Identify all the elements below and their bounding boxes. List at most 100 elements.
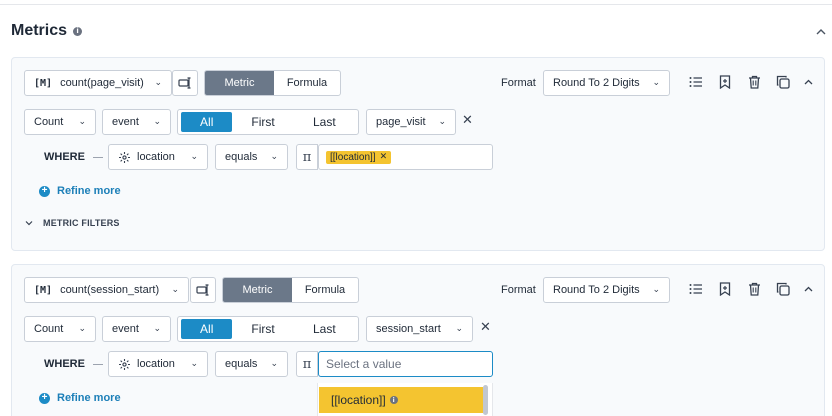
chevron-down-icon: ⌄ (438, 117, 446, 127)
pi-icon[interactable]: π (296, 144, 318, 170)
where-connector (93, 157, 103, 158)
event-name-value: page_visit (376, 116, 426, 128)
metric-actions (687, 73, 813, 91)
trash-icon[interactable] (745, 280, 763, 298)
page-title: Metrics (11, 22, 68, 39)
section-header: Metrics i (11, 22, 83, 40)
metric-mode-option[interactable]: Metric (205, 71, 274, 95)
chevron-up-icon[interactable] (803, 73, 813, 91)
metric-name-label: count(page_visit) (60, 77, 144, 89)
dropdown-option-label: [[location]] (331, 393, 386, 407)
where-connector (93, 364, 103, 365)
chevron-down-icon (25, 221, 33, 226)
bookmark-add-icon[interactable] (716, 73, 734, 91)
value-chip-label: [[location]] (330, 151, 376, 163)
filter-value-placeholder: Select a value (326, 357, 402, 371)
rename-metric-button[interactable] (172, 70, 198, 96)
formula-mode-option[interactable]: Formula (274, 71, 340, 95)
value-dropdown: [[location]] i (317, 383, 493, 416)
pi-icon[interactable]: π (296, 351, 318, 377)
filter-value-input[interactable]: [[location]] ✕ (318, 144, 493, 170)
filter-property-value: location (137, 358, 175, 370)
chevron-down-icon: ⌄ (455, 324, 463, 334)
metric-mode-toggle[interactable]: Metric Formula (204, 70, 341, 96)
copy-icon[interactable] (774, 73, 792, 91)
format-label: Format (501, 284, 536, 296)
source-select[interactable]: event ⌄ (102, 316, 171, 342)
chevron-up-icon[interactable] (816, 27, 826, 38)
metric-mode-option[interactable]: Metric (223, 278, 292, 302)
metric-name-select[interactable]: [M] count(page_visit) ⌄ (24, 70, 172, 96)
chevron-down-icon: ⌄ (78, 324, 86, 334)
event-name-select[interactable]: session_start ⌄ (366, 316, 473, 342)
rename-metric-button[interactable] (190, 277, 216, 303)
occurrence-first[interactable]: First (232, 112, 293, 132)
chevron-down-icon: ⌄ (153, 324, 161, 334)
copy-icon[interactable] (774, 280, 792, 298)
filter-value-input[interactable]: Select a value (318, 351, 493, 377)
dropdown-scrollbar[interactable] (483, 385, 488, 415)
format-value: Round To 2 Digits (553, 77, 640, 89)
remove-chip-icon[interactable]: ✕ (380, 152, 388, 162)
top-divider (0, 4, 832, 5)
formula-mode-option[interactable]: Formula (292, 278, 358, 302)
where-label: WHERE (44, 151, 85, 163)
chevron-down-icon: ⌄ (270, 359, 278, 369)
filter-property-select[interactable]: location ⌄ (108, 144, 208, 170)
remove-event-icon[interactable]: ✕ (480, 320, 491, 335)
refine-more-button[interactable]: + Refine more (39, 392, 121, 404)
list-icon[interactable] (687, 73, 705, 91)
list-icon[interactable] (687, 280, 705, 298)
remove-event-icon[interactable]: ✕ (462, 113, 473, 128)
rename-icon (196, 284, 209, 296)
plus-circle-icon: + (39, 392, 50, 404)
filter-property-select[interactable]: location ⌄ (108, 351, 208, 377)
occurrence-toggle[interactable]: All First Last (177, 316, 359, 342)
chevron-down-icon: ⌄ (154, 78, 162, 88)
occurrence-toggle[interactable]: All First Last (177, 109, 359, 135)
event-name-value: session_start (376, 323, 441, 335)
refine-more-button[interactable]: + Refine more (39, 185, 121, 197)
chevron-down-icon: ⌄ (190, 152, 198, 162)
occurrence-all[interactable]: All (181, 319, 233, 339)
aggregation-value: Count (34, 323, 64, 335)
occurrence-all[interactable]: All (181, 112, 233, 132)
chevron-up-icon[interactable] (803, 280, 813, 298)
filter-operator-select[interactable]: equals ⌄ (215, 144, 288, 170)
metric-filters-label: METRIC FILTERS (43, 218, 120, 228)
format-select[interactable]: Round To 2 Digits ⌄ (543, 70, 670, 96)
metric-name-select[interactable]: [M] count(session_start) ⌄ (24, 277, 189, 303)
source-select[interactable]: event ⌄ (102, 109, 171, 135)
aggregation-select[interactable]: Count ⌄ (24, 316, 96, 342)
bookmark-add-icon[interactable] (716, 280, 734, 298)
filter-operator-value: equals (225, 358, 258, 370)
chevron-down-icon: ⌄ (652, 285, 660, 295)
metric-filters-toggle[interactable]: METRIC FILTERS (25, 218, 120, 228)
chevron-down-icon: ⌄ (190, 359, 198, 369)
aggregation-select[interactable]: Count ⌄ (24, 109, 96, 135)
occurrence-first[interactable]: First (232, 319, 293, 339)
event-name-select[interactable]: page_visit ⌄ (366, 109, 456, 135)
occurrence-last[interactable]: Last (294, 319, 355, 339)
filter-operator-value: equals (225, 151, 258, 163)
source-value: event (112, 116, 139, 128)
dropdown-option[interactable]: [[location]] i (319, 387, 483, 413)
chevron-down-icon: ⌄ (153, 117, 161, 127)
refine-more-label: Refine more (57, 392, 121, 404)
trash-icon[interactable] (745, 73, 763, 91)
occurrence-last[interactable]: Last (294, 112, 355, 132)
metric-formula-icon: [M] (34, 284, 53, 296)
refine-more-label: Refine more (57, 185, 121, 197)
format-label: Format (501, 77, 536, 89)
info-icon[interactable]: i (73, 26, 83, 36)
property-icon (119, 358, 130, 370)
filter-property-value: location (137, 151, 175, 163)
chevron-down-icon: ⌄ (652, 78, 660, 88)
metric-mode-toggle[interactable]: Metric Formula (222, 277, 359, 303)
filter-operator-select[interactable]: equals ⌄ (215, 351, 288, 377)
chevron-down-icon: ⌄ (171, 285, 179, 295)
plus-circle-icon: + (39, 185, 50, 197)
metric-formula-icon: [M] (34, 77, 53, 89)
format-select[interactable]: Round To 2 Digits ⌄ (543, 277, 670, 303)
where-label: WHERE (44, 358, 85, 370)
